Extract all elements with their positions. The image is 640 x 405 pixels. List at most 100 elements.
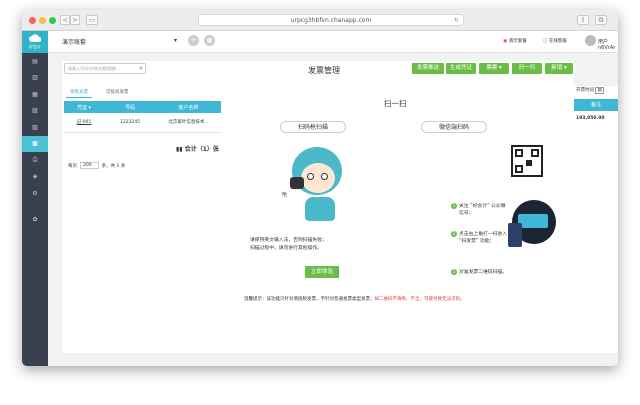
- browser-window: < > ▭ urpcg3hbfvn.chanapp.com ↻ ⇪ ⧉ 好会计 ▤…: [22, 10, 618, 366]
- phone-icon: [508, 223, 522, 247]
- support-link[interactable]: ⓘ 在线客服: [543, 38, 567, 44]
- voucher-icon[interactable]: ▥: [22, 70, 48, 87]
- generate-voucher-button[interactable]: 生成凭证: [446, 63, 476, 74]
- table-row[interactable]: 记-001 1223245 北京紫叶信息技术...: [64, 117, 221, 127]
- search-icon[interactable]: ⌕: [139, 64, 143, 73]
- step-number-badge: 2: [451, 231, 457, 237]
- package-link-label: 演示套餐: [508, 39, 527, 44]
- pager: 每页 200 条，共 1 条: [68, 162, 125, 169]
- archive-icon[interactable]: ▩: [22, 135, 48, 152]
- page-size-input[interactable]: 200: [80, 162, 99, 169]
- gift-icon[interactable]: ✿: [22, 212, 48, 229]
- step-text: 点击右上角打一扫进入 “扫发票” 功能；: [459, 232, 507, 244]
- tax-icon[interactable]: ◈: [22, 169, 48, 186]
- warm-tip: 温馨提示：该功能只针对增值税发票，不针对普通发票类型发票；如二维码不清晰、不全，…: [244, 296, 465, 302]
- report-icon[interactable]: ▧: [22, 103, 48, 120]
- time-column-label: 开票时间: [576, 88, 594, 93]
- invoice-tabs: 销售发票 可抵扣发票: [66, 87, 133, 98]
- url-text: urpcg3hbfvn.chanapp.com: [290, 17, 372, 24]
- sidebar: 好会计 ▤ ▥ ▦ ▧ ▨ ▩ ⎙ ◈ ⚙ ✿: [22, 31, 48, 366]
- app-topbar: 演示账套 ▾ + ▦ ▣ 演示套餐 ⓘ 在线客服 用户n6VrAr: [48, 31, 618, 53]
- maximize-window-icon[interactable]: [49, 17, 56, 24]
- pager-prefix: 每页: [68, 163, 77, 169]
- tip-text: 温馨提示：该功能只针对增值税发票，不针对普通发票类型发票；: [244, 297, 375, 302]
- amount-cell: 193,050.00: [576, 116, 605, 121]
- main-panel: 请输入号码/名称/金额/税额... ⌕ 发票管理 发票推送 生成凭证 票票 ▾ 扫一扫…: [62, 61, 574, 353]
- chevron-down-icon[interactable]: ▾: [174, 37, 177, 44]
- app-logo: 好会计: [22, 31, 48, 53]
- sum-icon: ▮▮: [176, 146, 183, 153]
- scanner-gun-heading: 扫码枪扫描: [280, 121, 346, 133]
- scan-button[interactable]: 扫一扫: [512, 63, 542, 74]
- browser-chrome: < > ▭ urpcg3hbfvn.chanapp.com ↻ ⇪ ⧉: [22, 10, 618, 31]
- modal-title: 扫一扫: [384, 99, 407, 108]
- right-panel: 开票时间 ▤ 备注 193,050.00: [574, 86, 618, 353]
- step-number-badge: 3: [451, 269, 457, 275]
- sum-label-text: 合计（1）张: [184, 146, 219, 153]
- table-header: 凭证 ▾ 号码 客户名称: [64, 101, 221, 113]
- step-text: 关注 “好会计” 公众微信号；: [459, 204, 506, 216]
- add-button[interactable]: 新增 ▾: [545, 63, 573, 74]
- sum-label: ▮▮ 合计（1）张: [176, 144, 219, 153]
- remark-header: 备注: [574, 99, 618, 111]
- sidebar-toggle-icon[interactable]: ▭: [86, 15, 98, 25]
- username[interactable]: 用户n6VrAr: [598, 38, 618, 51]
- tabs-icon[interactable]: ⧉: [595, 15, 607, 25]
- close-window-icon[interactable]: [29, 17, 36, 24]
- chart-icon[interactable]: ▦: [22, 86, 48, 103]
- dropdown-caret-icon: ▾: [497, 65, 502, 71]
- grid-icon[interactable]: ▦: [204, 35, 215, 46]
- dropdown-caret-icon: ▾: [562, 65, 567, 71]
- scanner-instructions: 请保持英文输入法，否则扫描失败； 扫描过程中，请勿进行其他操作。: [250, 237, 327, 253]
- pager-suffix: 条，共 1 条: [101, 163, 126, 169]
- book-icon[interactable]: ▤: [22, 53, 48, 70]
- invoice-icon[interactable]: ▨: [22, 119, 48, 136]
- back-button[interactable]: <: [60, 15, 70, 25]
- search-input[interactable]: 请输入号码/名称/金额/税额... ⌕: [64, 63, 146, 74]
- mascot-illustration: 哈: [282, 147, 352, 227]
- refresh-icon[interactable]: ↻: [454, 15, 459, 26]
- package-icon: ▣: [503, 39, 508, 44]
- logo-text: 好会计: [29, 44, 41, 49]
- scan-modal: 扫一扫 扫码枪扫描 微信端扫码 哈 请保持英文输入法，否则扫描失败； 扫描过程中…: [232, 85, 562, 353]
- mascot-hi-text: 哈: [282, 192, 288, 198]
- wechat-step-2: 2 点击右上角打一扫进入 “扫发票” 功能；: [451, 231, 509, 245]
- search-placeholder: 请输入号码/名称/金额/税额...: [68, 66, 120, 71]
- column-settings-icon: ▤: [595, 87, 604, 94]
- wechat-step-1: 1 关注 “好会计” 公众微信号；: [451, 203, 509, 217]
- company-selector[interactable]: 演示账套: [62, 37, 86, 46]
- step-text: 对准发票二维码扫描。: [459, 270, 507, 275]
- address-bar[interactable]: urpcg3hbfvn.chanapp.com ↻: [198, 14, 464, 26]
- header-voucher-label: 凭证: [76, 104, 87, 111]
- try-now-button[interactable]: 立即体验: [305, 266, 339, 278]
- header-customer: 客户名称: [178, 104, 199, 111]
- page-title: 发票管理: [308, 66, 340, 75]
- header-voucher[interactable]: 凭证 ▾: [64, 104, 104, 111]
- minimize-window-icon[interactable]: [39, 17, 46, 24]
- add-circle-icon[interactable]: +: [188, 35, 199, 46]
- wechat-scan-heading: 微信端扫码: [421, 121, 487, 133]
- instruction-line-2: 扫描过程中，请勿进行其他操作。: [250, 246, 322, 251]
- tip-warning-text: 如二维码不清晰、不全，可能导致无法识别。: [374, 297, 465, 302]
- tab-sales-invoice[interactable]: 销售发票: [66, 87, 92, 98]
- ticket-button[interactable]: 票票 ▾: [479, 63, 509, 74]
- step-number-badge: 1: [451, 203, 457, 209]
- voucher-link[interactable]: 记-001: [64, 119, 104, 125]
- package-link[interactable]: ▣ 演示套餐: [503, 38, 527, 44]
- print-icon[interactable]: ⎙: [22, 152, 48, 169]
- column-settings[interactable]: 开票时间 ▤: [576, 87, 604, 94]
- settings-icon[interactable]: ⚙: [22, 185, 48, 202]
- wechat-step-3: 3 对准发票二维码扫描。: [451, 269, 509, 276]
- support-link-label: 在线客服: [548, 39, 567, 44]
- tab-deductible-invoice[interactable]: 可抵扣发票: [102, 87, 133, 98]
- forward-button[interactable]: >: [70, 15, 80, 25]
- qr-code-icon: [511, 145, 543, 177]
- customer-name: 北京紫叶信息技术...: [168, 120, 209, 125]
- invoice-number: 1223245: [119, 119, 141, 125]
- help-icon: ⓘ: [543, 39, 548, 44]
- avatar[interactable]: [585, 35, 596, 46]
- instruction-line-1: 请保持英文输入法，否则扫描失败；: [250, 238, 327, 243]
- push-invoice-button[interactable]: 发票推送: [412, 63, 444, 74]
- share-icon[interactable]: ⇪: [577, 15, 589, 25]
- header-number: 号码: [124, 104, 135, 111]
